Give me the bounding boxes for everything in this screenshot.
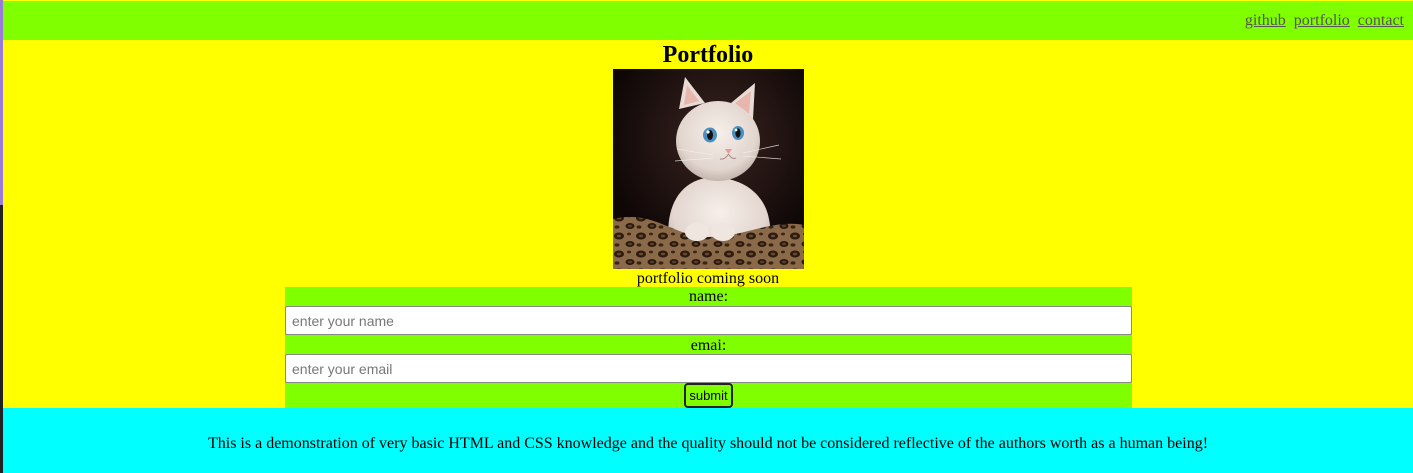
top-nav: github portfolio contact [3, 1, 1413, 40]
name-label: name: [688, 288, 729, 305]
contact-form: name: emai: submit [285, 287, 1132, 408]
email-label: emai: [690, 337, 727, 354]
email-input[interactable] [285, 354, 1132, 383]
footer: This is a demonstration of very basic HT… [3, 408, 1413, 473]
page: github portfolio contact Portfolio portf… [3, 0, 1413, 473]
nav-link-contact[interactable]: contact [1358, 12, 1404, 29]
kitten-image [613, 69, 804, 269]
submit-button[interactable]: submit [684, 383, 733, 408]
nav-link-portfolio[interactable]: portfolio [1294, 12, 1350, 29]
main-section: Portfolio portfolio coming soon name: en… [3, 40, 1413, 408]
page-title: Portfolio [662, 42, 754, 68]
footer-text: This is a demonstration of very basic HT… [207, 435, 1209, 452]
portfolio-caption: portfolio coming soon [636, 270, 780, 287]
name-input[interactable] [285, 306, 1132, 335]
nav-link-github[interactable]: github [1245, 12, 1286, 29]
kitten-illustration [613, 69, 804, 269]
